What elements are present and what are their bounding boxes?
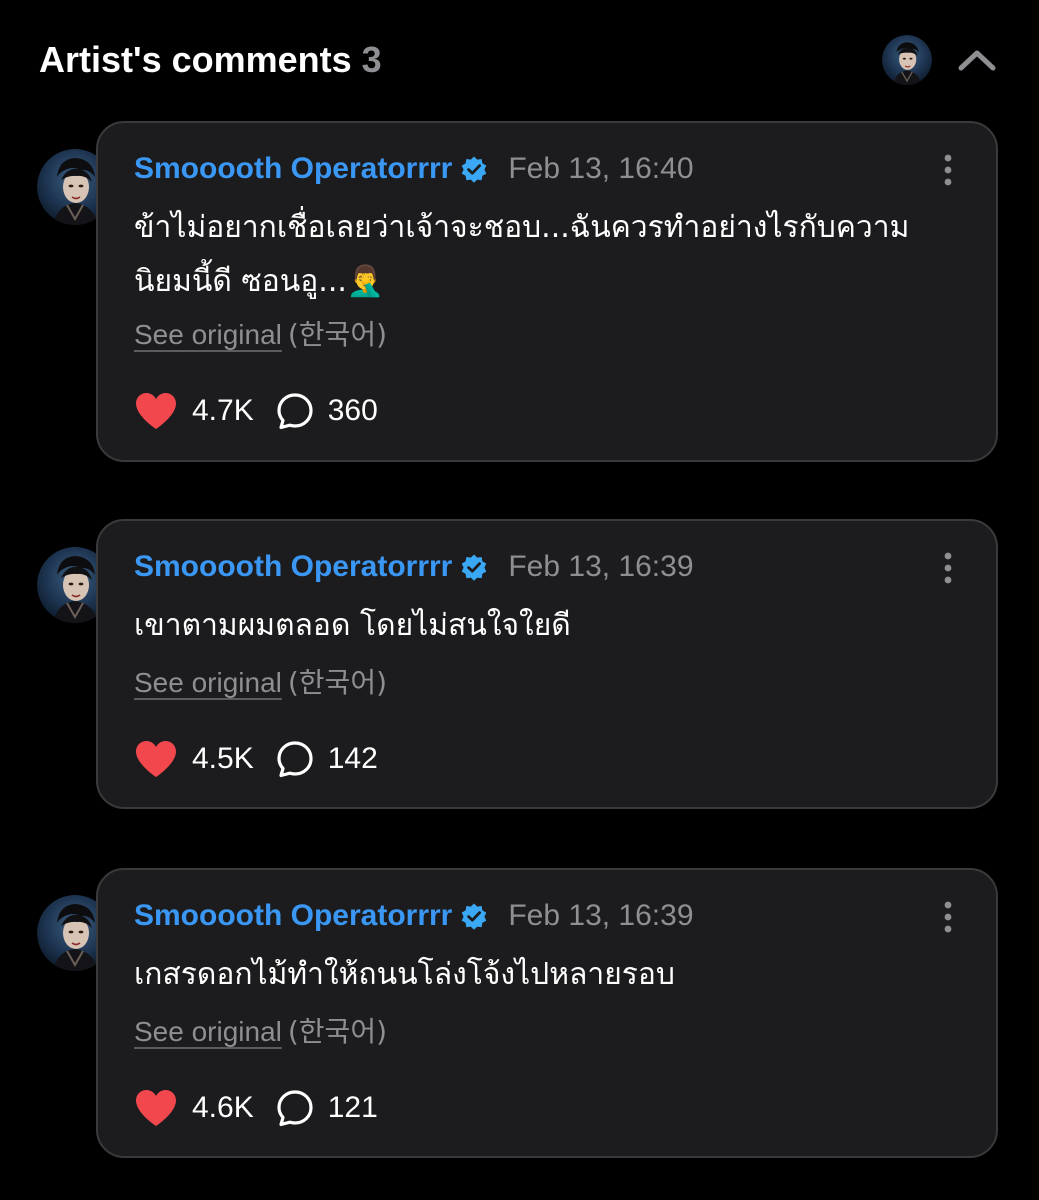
like-count: 4.6K — [192, 1091, 254, 1124]
original-language-label: (한국어) — [287, 318, 388, 351]
author-name[interactable]: Smooooth Operatorrrr — [134, 550, 452, 584]
verified-badge-icon — [462, 903, 487, 930]
heart-icon[interactable] — [134, 739, 178, 779]
more-options-button[interactable] — [942, 153, 954, 187]
comment-stats: 4.5K 142 — [134, 737, 378, 781]
original-language-label: (한국어) — [287, 1015, 388, 1048]
reply-count: 142 — [327, 742, 378, 775]
comment-header: Smooooth Operatorrrr Feb 13, 16:39 — [134, 547, 694, 587]
comment-timestamp: Feb 13, 16:39 — [508, 899, 694, 932]
more-vertical-icon — [944, 552, 952, 584]
heart-icon[interactable] — [134, 391, 178, 431]
comment-card: Smooooth Operatorrrr Feb 13, 16:39 เขาตา… — [96, 519, 998, 809]
comment-header: Smooooth Operatorrrr Feb 13, 16:39 — [134, 896, 694, 936]
comment-text: เขาตามผมตลอด โดยไม่สนใจใยดี — [134, 608, 571, 643]
see-original-link[interactable]: See original — [134, 1016, 282, 1047]
comment-stats: 4.7K 360 — [134, 389, 378, 433]
comment-timestamp: Feb 13, 16:39 — [508, 550, 694, 583]
original-language-row: See original (한국어) — [134, 1010, 387, 1050]
artist-avatar[interactable] — [882, 35, 932, 85]
original-language-row: See original (한국어) — [134, 313, 387, 353]
artist-comments-header: Artist's comments 3 — [0, 0, 1039, 120]
reply-bubble-icon[interactable] — [276, 392, 314, 430]
like-count: 4.7K — [192, 394, 254, 427]
comment-header: Smooooth Operatorrrr Feb 13, 16:40 — [134, 149, 694, 189]
reply-count: 360 — [327, 394, 378, 427]
comment-text: เกสรดอกไม้ทำให้ถนนโล่งโจ้งไปหลายรอบ — [134, 957, 675, 992]
verified-badge-icon — [462, 554, 487, 581]
chevron-up-icon — [958, 50, 996, 71]
see-original-link[interactable]: See original — [134, 319, 282, 350]
heart-icon[interactable] — [134, 1088, 178, 1128]
collapse-button[interactable] — [954, 40, 1000, 80]
section-title-text: Artist's comments — [39, 39, 352, 80]
like-count: 4.5K — [192, 742, 254, 775]
original-language-label: (한국어) — [287, 666, 388, 699]
author-name[interactable]: Smooooth Operatorrrr — [134, 152, 452, 186]
reply-bubble-icon[interactable] — [276, 740, 314, 778]
more-vertical-icon — [944, 154, 952, 186]
comment-timestamp: Feb 13, 16:40 — [508, 152, 694, 185]
comment-count: 3 — [361, 39, 382, 80]
original-language-row: See original (한국어) — [134, 661, 387, 701]
comment-card: Smooooth Operatorrrr Feb 13, 16:39 เกสรด… — [96, 868, 998, 1158]
comment-text: ข้าไม่อยากเชื่อเลยว่าเจ้าจะชอบ...ฉันควรท… — [134, 210, 910, 299]
see-original-link[interactable]: See original — [134, 667, 282, 698]
section-title: Artist's comments 3 — [39, 38, 382, 82]
more-options-button[interactable] — [942, 551, 954, 585]
author-name[interactable]: Smooooth Operatorrrr — [134, 899, 452, 933]
comment-stats: 4.6K 121 — [134, 1086, 378, 1130]
reply-count: 121 — [327, 1091, 378, 1124]
verified-badge-icon — [462, 156, 487, 183]
comment-card: Smooooth Operatorrrr Feb 13, 16:40 ข้าไม… — [96, 121, 998, 462]
more-options-button[interactable] — [942, 900, 954, 934]
more-vertical-icon — [944, 901, 952, 933]
reply-bubble-icon[interactable] — [276, 1089, 314, 1127]
